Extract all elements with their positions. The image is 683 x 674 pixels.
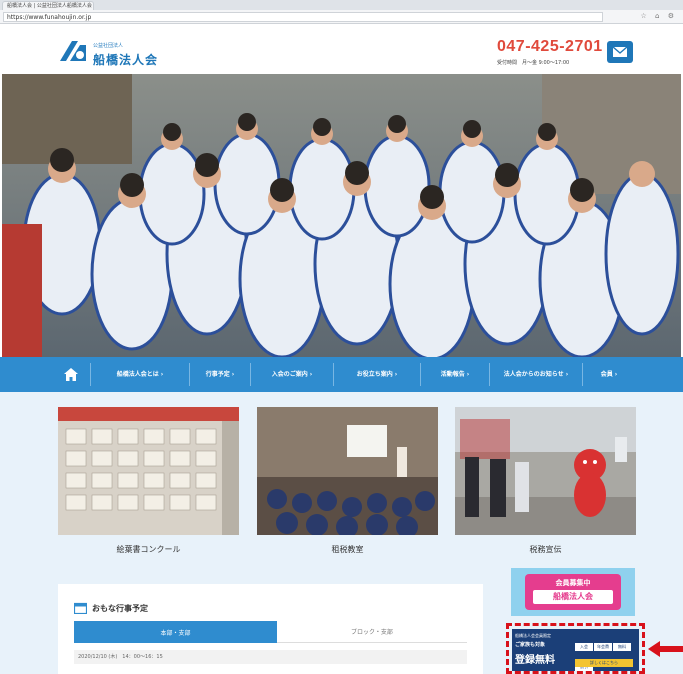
b2-subtitle: 船橋法人会会員限定	[515, 633, 551, 638]
mail-icon	[613, 47, 627, 57]
nav-item-join[interactable]: 入会のご案内 ›	[252, 357, 332, 392]
postcard-display-image	[58, 407, 239, 535]
nav-item-useful-info[interactable]: お役立ち案内 ›	[335, 357, 419, 392]
logo-icon[interactable]	[58, 39, 88, 63]
nav-divider	[189, 363, 190, 386]
b2-details-button[interactable]: 詳しくはこちら	[575, 659, 633, 667]
event-row[interactable]: 2020/12/10 (木) 14：00～16：15	[74, 650, 467, 664]
b2-cell: 入会	[575, 643, 593, 651]
tab-block-branch[interactable]: ブロック・支部	[277, 621, 467, 643]
nav-item-about[interactable]: 船橋法人会とは ›	[92, 357, 188, 392]
browser-toolbar: https://www.funahoujin.or.jp ☆ ⌂ ⚙	[0, 10, 683, 24]
member-recruit-org: 船橋法人会	[533, 590, 613, 604]
b2-free-text: 登録無料	[515, 655, 555, 666]
nav-divider	[333, 363, 334, 386]
nav-divider	[420, 363, 421, 386]
mail-button[interactable]	[607, 41, 633, 63]
phone-number[interactable]: 047-425-2701	[497, 38, 603, 56]
events-title: おもな行事予定	[92, 604, 148, 613]
free-registration-panel: 船橋法人会会員限定 ご家族も対象 登録無料 入会年会費無料割引 詳しくはこちら	[512, 629, 639, 671]
tile-caption-postcard-contest[interactable]: 絵葉書コンクール	[58, 544, 239, 555]
tile-tax-class[interactable]	[257, 407, 438, 535]
org-subtitle: 公益社団法人	[93, 43, 124, 49]
home-icon[interactable]	[64, 368, 78, 381]
nav-divider	[582, 363, 583, 386]
nav-divider	[250, 363, 251, 386]
org-name[interactable]: 船橋法人会	[93, 51, 158, 68]
b2-family-text: ご家族も対象	[515, 642, 546, 648]
nav-item-schedule[interactable]: 行事予定 ›	[191, 357, 249, 392]
address-bar[interactable]: https://www.funahoujin.or.jp	[3, 12, 603, 22]
tab-headquarters[interactable]: 本部・支部	[74, 621, 277, 643]
tile-caption-tax-class[interactable]: 租税教室	[257, 544, 438, 555]
nav-item-news[interactable]: 法人会からのお知らせ ›	[491, 357, 581, 392]
b2-cell: 年会費	[594, 643, 612, 651]
free-registration-banner[interactable]: 船橋法人会会員限定 ご家族も対象 登録無料 入会年会費無料割引 詳しくはこちら	[506, 623, 645, 674]
events-panel: おもな行事予定 本部・支部 ブロック・支部 2020/12/10 (木) 14：…	[58, 584, 483, 674]
tile-tax-campaign[interactable]	[455, 407, 636, 535]
hero-group-photo	[2, 74, 681, 357]
b2-feature-grid: 入会年会費無料割引	[575, 633, 635, 673]
pointer-arrow-icon	[648, 641, 683, 657]
nav-divider	[90, 363, 91, 386]
tile-caption-tax-campaign[interactable]: 税務宣伝	[455, 544, 636, 555]
member-recruit-heading: 会員募集中	[555, 579, 591, 587]
nav-item-members[interactable]: 会員 ›	[584, 357, 634, 392]
nav-divider	[489, 363, 490, 386]
tile-postcard-contest[interactable]	[58, 407, 239, 535]
nav-item-reports[interactable]: 活動報告 ›	[422, 357, 488, 392]
main-nav: 船橋法人会とは › 行事予定 › 入会のご案内 › お役立ち案内 › 活動報告 …	[0, 357, 683, 392]
browser-tabstrip: 船橋法人会 | 公益社団法人船橋法人会	[0, 0, 683, 10]
calendar-icon	[74, 602, 87, 614]
member-recruit-panel: 会員募集中 船橋法人会	[525, 574, 621, 610]
office-hours: 受付時間 月～金 9:00～17:00	[497, 60, 570, 66]
browser-tab[interactable]: 船橋法人会 | 公益社団法人船橋法人会	[2, 1, 94, 10]
member-recruit-banner[interactable]: 会員募集中 船橋法人会	[511, 568, 635, 616]
street-campaign-image	[455, 407, 636, 535]
tax-class-image	[257, 407, 438, 535]
site-header: 公益社団法人 船橋法人会 047-425-2701 受付時間 月～金 9:00～…	[0, 25, 683, 73]
browser-action-icons[interactable]: ☆ ⌂ ⚙	[641, 12, 677, 20]
b2-cell: 無料	[613, 643, 631, 651]
